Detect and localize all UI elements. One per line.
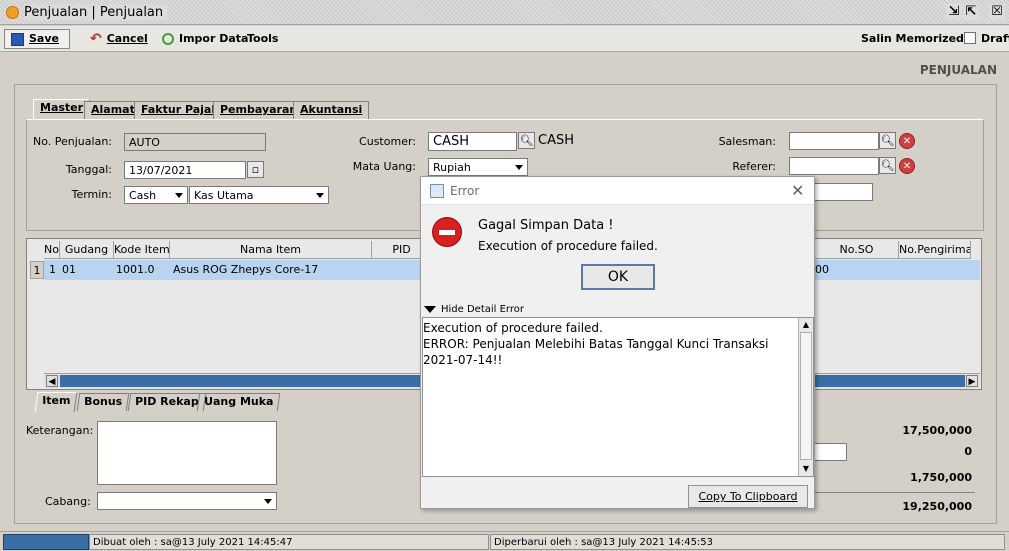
error-message: Gagal Simpan Data !: [478, 218, 614, 233]
cell-partial: 00: [815, 263, 829, 276]
no-penjualan-field[interactable]: AUTO: [124, 133, 266, 151]
tab-pembayaran[interactable]: Pembayaran: [213, 101, 305, 119]
floppy-icon: [11, 32, 24, 46]
error-sub-message: Execution of procedure failed.: [478, 239, 658, 253]
referer-field[interactable]: [789, 157, 879, 175]
termin-label: Termin:: [71, 188, 112, 201]
salesman-clear-icon[interactable]: ✕: [899, 133, 915, 149]
title-bar: Penjualan | Penjualan ⇲ ⇱ ☒: [0, 0, 1009, 25]
total-divider: [815, 492, 975, 493]
referer-search-icon[interactable]: 🔍︎: [879, 157, 896, 174]
col-nama-item[interactable]: Nama Item: [170, 241, 372, 259]
tab-faktur-pajak[interactable]: Faktur Pajak: [134, 101, 226, 119]
tab-akuntansi[interactable]: Akuntansi: [293, 101, 370, 119]
tanggal-field[interactable]: 13/07/2021: [124, 161, 246, 179]
maximize-icon[interactable]: ⇱: [963, 4, 979, 20]
detail-line-2: ERROR: Penjualan Melebihi Batas Tanggal …: [423, 337, 769, 351]
progress-bar: [3, 534, 89, 550]
customer-name: CASH: [538, 133, 574, 148]
scroll-up-icon[interactable]: ▲: [800, 319, 812, 331]
import-icon: [162, 33, 174, 45]
status-bar: Dibuat oleh : sa@13 July 2021 14:45:47 D…: [0, 531, 1009, 551]
col-no-so[interactable]: No.SO: [815, 241, 899, 259]
toolbar: Save ↶ Cancel Impor Data Tools Salin Mem…: [0, 26, 1009, 52]
collapse-icon[interactable]: [424, 306, 436, 313]
page-title: PENJUALAN: [919, 63, 997, 77]
termin-select[interactable]: Cash: [124, 186, 188, 204]
detail-line-3: 2021-07-14!!: [423, 353, 503, 367]
mata-uang-label: Mata Uang:: [352, 160, 416, 173]
tab-master[interactable]: Master: [33, 99, 91, 120]
customer-search-icon[interactable]: 🔍︎: [518, 132, 535, 149]
keterangan-label: Keterangan:: [26, 424, 94, 437]
window-title: Penjualan | Penjualan: [24, 5, 168, 20]
hide-detail-toggle[interactable]: Hide Detail Error: [441, 304, 524, 315]
col-kode-item[interactable]: Kode Item: [114, 241, 170, 259]
scrollbar-thumb[interactable]: [60, 375, 420, 387]
scroll-right-icon[interactable]: ▶: [966, 375, 978, 387]
no-penjualan-label: No. Penjualan:: [33, 135, 112, 148]
undo-icon: ↶: [90, 31, 102, 47]
pajak-value: 1,750,000: [910, 471, 972, 484]
tab-uang-muka[interactable]: Uang Muka: [196, 393, 281, 411]
scroll-left-icon[interactable]: ◀: [46, 375, 58, 387]
dialog-close-icon[interactable]: ✕: [791, 181, 804, 200]
cell-gudang: 01: [62, 263, 76, 276]
draft-label: Draft: [981, 32, 1009, 45]
copy-to-clipboard-button[interactable]: Copy To Clipboard: [688, 485, 808, 508]
cabang-label: Cabang:: [45, 495, 91, 508]
vertical-scrollbar[interactable]: ▲ ▼: [798, 318, 813, 476]
detail-textarea[interactable]: Execution of procedure failed. ERROR: Pe…: [422, 317, 814, 477]
referer-label: Referer:: [732, 160, 776, 173]
salin-memorized-button[interactable]: Salin Memorized: [861, 32, 964, 45]
kas-select[interactable]: Kas Utama: [189, 186, 329, 204]
col-no[interactable]: No: [44, 241, 60, 259]
cabang-select[interactable]: [97, 492, 277, 510]
dialog-title: Error: [450, 184, 480, 198]
cell-no: 1: [49, 263, 56, 276]
tab-bonus[interactable]: Bonus: [76, 393, 130, 411]
referer-clear-icon[interactable]: ✕: [899, 158, 915, 174]
close-window-icon[interactable]: ☒: [989, 4, 1005, 20]
dialog-title-bar: Error ✕: [421, 177, 814, 205]
mata-uang-select[interactable]: Rupiah: [428, 158, 528, 176]
diskon-field[interactable]: [813, 443, 847, 461]
error-icon: [432, 217, 462, 247]
subtotal-value: 17,500,000: [902, 424, 972, 437]
cancel-button[interactable]: ↶ Cancel: [84, 29, 154, 49]
col-gudang[interactable]: Gudang: [60, 241, 114, 259]
salesman-field[interactable]: [789, 132, 879, 150]
restore-icon[interactable]: ⇲: [946, 4, 962, 20]
updated-by: Diperbarui oleh : sa@13 July 2021 14:45:…: [490, 534, 1005, 550]
error-dialog: Error ✕ Gagal Simpan Data ! Execution of…: [420, 176, 815, 509]
scrollbar-thumb-right[interactable]: [815, 375, 965, 387]
calendar-icon[interactable]: ▫: [247, 161, 264, 178]
impor-data-button[interactable]: Impor Data: [156, 29, 254, 49]
salesman-label: Salesman:: [718, 135, 776, 148]
app-icon: [6, 6, 19, 19]
scroll-down-icon[interactable]: ▼: [800, 463, 812, 475]
row-index: 1: [30, 261, 44, 279]
salesman-search-icon[interactable]: 🔍︎: [879, 132, 896, 149]
save-button[interactable]: Save: [4, 29, 70, 49]
cell-nama: Asus ROG Zhepys Core-17: [173, 263, 319, 276]
java-icon: [430, 184, 444, 198]
created-by: Dibuat oleh : sa@13 July 2021 14:45:47: [89, 534, 489, 550]
col-no-pengiriman[interactable]: No.Pengiriman: [899, 241, 971, 259]
customer-field[interactable]: CASH: [428, 132, 517, 151]
tab-item[interactable]: Item: [34, 392, 78, 412]
draft-checkbox[interactable]: [964, 32, 976, 44]
customer-label: Customer:: [359, 135, 416, 148]
total-value: 19,250,000: [902, 500, 972, 513]
tab-pid-rekap[interactable]: PID Rekap: [127, 393, 206, 411]
ok-button[interactable]: OK: [581, 264, 655, 290]
scrollbar-thumb-vertical[interactable]: [800, 332, 812, 460]
keterangan-textarea[interactable]: [97, 421, 277, 485]
tanggal-label: Tanggal:: [65, 163, 112, 176]
tools-button[interactable]: Tools: [241, 29, 284, 49]
detail-line-1: Execution of procedure failed.: [423, 321, 603, 335]
cell-kode: 1001.0: [116, 263, 155, 276]
diskon-value: 0: [964, 445, 972, 458]
